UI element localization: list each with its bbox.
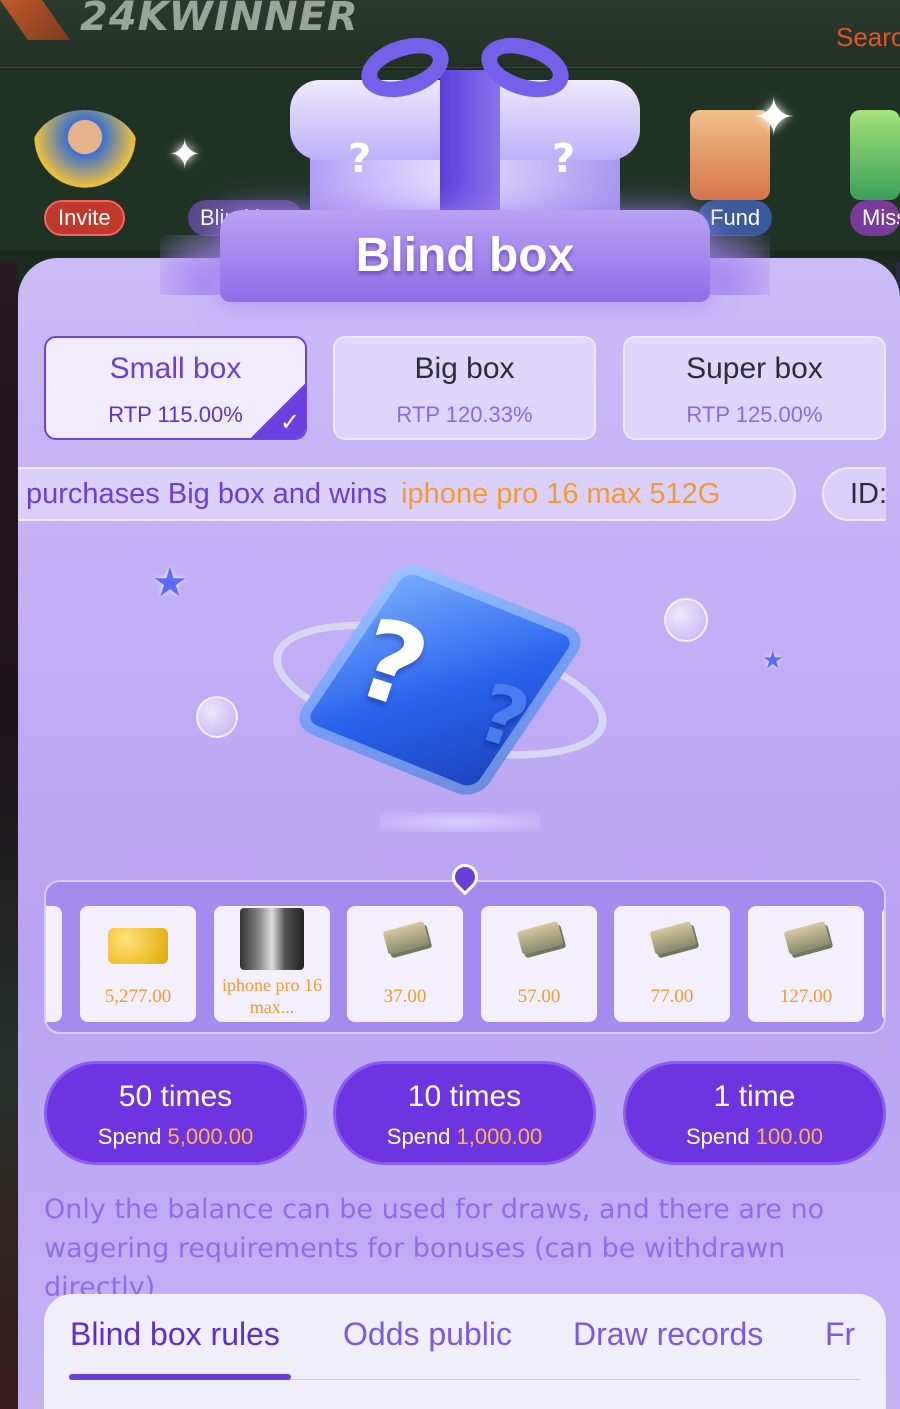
cash-stack-icon — [649, 920, 697, 956]
shortcut-fund-label: Fund — [710, 205, 761, 230]
tab-small-box-name: Small box — [109, 352, 242, 385]
prize-value: 57.00 — [517, 986, 561, 1007]
cash-stack-icon — [516, 920, 564, 956]
spend-amount: 5,000.00 — [167, 1124, 254, 1149]
tab-big-box-name: Big box — [414, 352, 515, 385]
star-icon: ★ — [762, 647, 784, 674]
spend-label: Spend — [685, 1124, 750, 1149]
marquee-prize: iphone pro 16 max 512G — [401, 477, 721, 510]
draw-cost: Spend 1,000.00 — [336, 1124, 593, 1150]
cube-glow — [380, 812, 540, 832]
tab-big-box-rtp: RTP 120.33% — [396, 402, 533, 427]
app-logo: 24KWINNER — [80, 0, 359, 40]
modal-title: Blind box — [355, 229, 575, 282]
prize-card: 57.00 — [481, 906, 597, 1022]
prize-value: 37.00 — [383, 986, 427, 1007]
shortcut-invite[interactable]: Invite — [44, 200, 125, 236]
gold-coins-icon — [108, 928, 168, 964]
sparkle-icon: ✦ — [168, 133, 202, 177]
tab-free[interactable]: Fr — [825, 1316, 855, 1353]
prize-rail: 5,277.00 iphone pro 16 max... 37.00 57.0… — [44, 880, 886, 1034]
info-tabs-panel: Blind box rules Odds public Draw records… — [44, 1294, 886, 1409]
draw-notice: Only the balance can be used for draws, … — [44, 1194, 825, 1303]
tab-odds-public[interactable]: Odds public — [343, 1316, 512, 1353]
mission-icon — [850, 110, 900, 200]
selected-check-icon: ✓ — [251, 384, 305, 438]
cube-body — [290, 558, 590, 802]
invite-people-icon — [30, 110, 140, 200]
tab-super-box[interactable]: Super box RTP 125.00% — [623, 336, 886, 440]
shortcut-mission-label: Mission — [862, 205, 900, 230]
marquee-next-item: ID: — [822, 467, 886, 521]
logo-mark — [0, 0, 70, 40]
spend-label: Spend — [97, 1124, 162, 1149]
search-button[interactable]: Search — [836, 22, 900, 53]
question-mark-icon: ? — [348, 136, 372, 182]
draw-count: 1 time — [713, 1080, 796, 1113]
draw-10-times-button[interactable]: 10 times Spend 1,000.00 — [333, 1061, 596, 1165]
winner-marquee: purchases Big box and wins iphone pro 16… — [18, 467, 796, 521]
draw-1-time-button[interactable]: 1 time Spend 100.00 — [623, 1061, 886, 1165]
draw-count: 10 times — [407, 1080, 522, 1113]
tab-small-box[interactable]: Small box RTP 115.00% ✓ — [44, 336, 307, 440]
prize-value: iphone pro 16 max... — [222, 975, 322, 1017]
tab-big-box[interactable]: Big box RTP 120.33% — [333, 336, 596, 440]
tab-super-box-rtp: RTP 125.00% — [686, 402, 823, 427]
draw-cost: Spend 100.00 — [626, 1124, 883, 1150]
marquee-text: purchases Big box and wins — [26, 477, 388, 510]
star-icon: ★ — [152, 561, 188, 605]
mystery-cube-icon: ? ? — [260, 550, 620, 840]
prize-card-partial — [46, 906, 62, 1022]
gift-box-icon: ? ? — [290, 27, 640, 260]
tab-blind-box-rules[interactable]: Blind box rules — [70, 1316, 280, 1353]
spend-amount: 100.00 — [755, 1124, 824, 1149]
bubble-decoration — [196, 696, 238, 738]
iphone-icon — [240, 908, 304, 970]
draw-count: 50 times — [118, 1080, 233, 1113]
prize-card-partial — [882, 906, 884, 1022]
prize-card: 77.00 — [614, 906, 730, 1022]
shortcut-mission[interactable]: Mission — [850, 200, 900, 236]
prize-card: 37.00 — [347, 906, 463, 1022]
prize-card: 127.00 — [748, 906, 864, 1022]
cash-stack-icon — [382, 920, 430, 956]
spend-label: Spend — [386, 1124, 451, 1149]
background-content-strip — [0, 262, 18, 1409]
question-mark-icon: ? — [552, 136, 576, 182]
prize-value: 5,277.00 — [104, 986, 172, 1007]
prize-value: 77.00 — [650, 986, 694, 1007]
prize-value: 127.00 — [779, 986, 833, 1007]
prize-card: 5,277.00 — [80, 906, 196, 1022]
sparkle-icon: ✦ — [752, 89, 796, 147]
cash-stack-icon — [783, 920, 831, 956]
draw-50-times-button[interactable]: 50 times Spend 5,000.00 — [44, 1061, 307, 1165]
tab-super-box-name: Super box — [686, 352, 823, 385]
prize-card: iphone pro 16 max... — [214, 906, 330, 1022]
active-tab-indicator — [69, 1374, 291, 1380]
bubble-decoration — [664, 598, 708, 642]
draw-cost: Spend 5,000.00 — [47, 1124, 304, 1150]
spend-amount: 1,000.00 — [456, 1124, 543, 1149]
shortcut-invite-label: Invite — [58, 205, 111, 230]
tab-draw-records[interactable]: Draw records — [573, 1316, 763, 1353]
